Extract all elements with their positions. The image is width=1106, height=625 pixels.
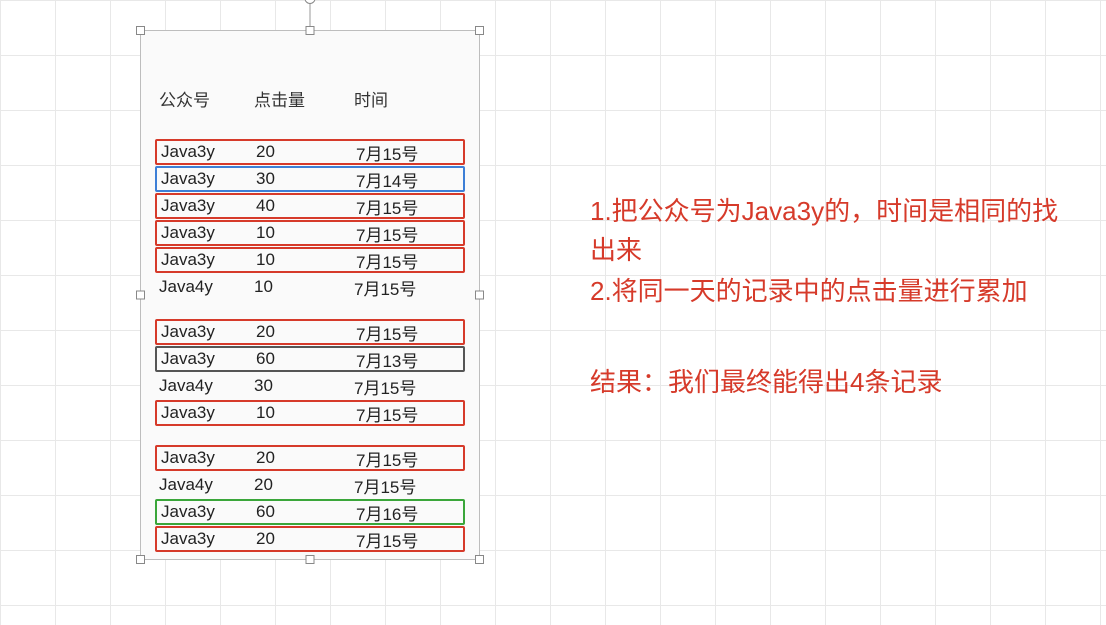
cell-account: Java4y [159, 475, 254, 495]
cell-clicks: 30 [254, 376, 354, 396]
cell-clicks: 20 [256, 448, 356, 468]
cell-time: 7月15号 [356, 401, 459, 426]
resize-handle-br[interactable] [475, 555, 484, 564]
cell-clicks: 20 [254, 475, 354, 495]
cell-account: Java3y [161, 322, 256, 342]
cell-clicks: 60 [256, 502, 356, 522]
cell-account: Java3y [161, 349, 256, 369]
table-row: Java3y107月15号 [155, 247, 465, 273]
cell-account: Java3y [161, 169, 256, 189]
table-row: Java3y407月15号 [155, 193, 465, 219]
cell-time: 7月16号 [356, 500, 459, 525]
cell-account: Java3y [161, 403, 256, 423]
table-row: Java4y207月15号 [155, 472, 465, 498]
cell-account: Java3y [161, 502, 256, 522]
annotation-result: 结果：我们最终能得出4条记录 [590, 363, 1070, 402]
cell-clicks: 30 [256, 169, 356, 189]
cell-clicks: 10 [256, 223, 356, 243]
table-row: Java3y207月15号 [155, 445, 465, 471]
cell-account: Java4y [159, 376, 254, 396]
table-row: Java4y107月15号 [155, 274, 465, 300]
table-row: Java3y607月16号 [155, 499, 465, 525]
cell-time: 7月15号 [356, 221, 459, 246]
cell-account: Java3y [161, 448, 256, 468]
cell-clicks: 10 [254, 277, 354, 297]
table-row: Java3y107月15号 [155, 400, 465, 426]
cell-time: 7月13号 [356, 347, 459, 372]
cell-clicks: 10 [256, 250, 356, 270]
table-row: Java3y207月15号 [155, 319, 465, 345]
annotation-text: 1.把公众号为Java3y的，时间是相同的找出来 2.将同一天的记录中的点击量进… [590, 192, 1070, 404]
cell-account: Java4y [159, 277, 254, 297]
cell-time: 7月15号 [354, 473, 461, 498]
cell-time: 7月15号 [354, 374, 461, 399]
resize-handle-tm[interactable] [306, 26, 315, 35]
cell-account: Java3y [161, 142, 256, 162]
table-row: Java3y307月14号 [155, 166, 465, 192]
cell-clicks: 20 [256, 322, 356, 342]
data-table-shape[interactable]: 公众号 点击量 时间 Java3y207月15号Java3y307月14号Jav… [140, 30, 480, 560]
cell-time: 7月15号 [356, 446, 459, 471]
cell-time: 7月15号 [356, 140, 459, 165]
table-row: Java3y207月15号 [155, 526, 465, 552]
header-clicks: 点击量 [254, 86, 354, 111]
cell-time: 7月15号 [354, 275, 461, 300]
resize-handle-bm[interactable] [306, 555, 315, 564]
table-row: Java3y107月15号 [155, 220, 465, 246]
cell-clicks: 10 [256, 403, 356, 423]
cell-account: Java3y [161, 529, 256, 549]
table-row: Java3y207月15号 [155, 139, 465, 165]
cell-time: 7月15号 [356, 320, 459, 345]
header-time: 时间 [354, 86, 461, 111]
cell-time: 7月15号 [356, 248, 459, 273]
cell-account: Java3y [161, 223, 256, 243]
cell-clicks: 20 [256, 142, 356, 162]
rotate-connector [310, 1, 311, 26]
cell-clicks: 20 [256, 529, 356, 549]
cell-time: 7月15号 [356, 527, 459, 552]
resize-handle-ml[interactable] [136, 291, 145, 300]
resize-handle-tr[interactable] [475, 26, 484, 35]
table-row: Java3y607月13号 [155, 346, 465, 372]
cell-account: Java3y [161, 196, 256, 216]
resize-handle-tl[interactable] [136, 26, 145, 35]
resize-handle-mr[interactable] [475, 291, 484, 300]
cell-clicks: 60 [256, 349, 356, 369]
cell-time: 7月14号 [356, 167, 459, 192]
annotation-line-2: 2.将同一天的记录中的点击量进行累加 [590, 272, 1070, 311]
group-gap [155, 427, 465, 445]
table-body: Java3y207月15号Java3y307月14号Java3y407月15号J… [155, 139, 465, 553]
header-account: 公众号 [159, 86, 254, 111]
cell-time: 7月15号 [356, 194, 459, 219]
cell-clicks: 40 [256, 196, 356, 216]
resize-handle-bl[interactable] [136, 555, 145, 564]
group-gap [155, 301, 465, 319]
table-headers: 公众号 点击量 时间 [159, 86, 461, 111]
cell-account: Java3y [161, 250, 256, 270]
table-row: Java4y307月15号 [155, 373, 465, 399]
annotation-line-1: 1.把公众号为Java3y的，时间是相同的找出来 [590, 192, 1070, 270]
